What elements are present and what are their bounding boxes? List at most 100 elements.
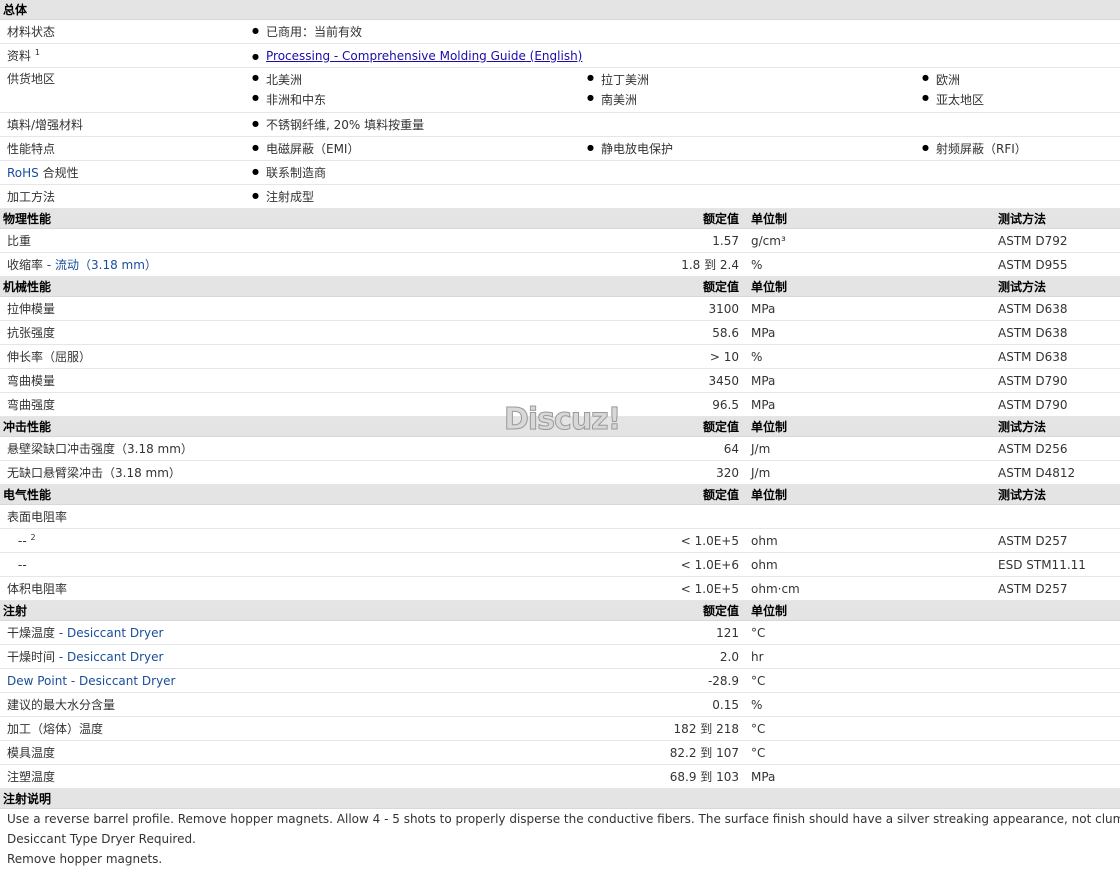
property-unit: °C bbox=[745, 620, 995, 645]
general-row: 加工方法 注射成型 bbox=[0, 184, 1120, 209]
property-row: 弯曲模量 3450 MPa ASTM D790 bbox=[0, 368, 1120, 393]
section-impact-header: 冲击性能 额定值 单位制 测试方法 bbox=[0, 416, 1120, 437]
datasheet-table: 总体 材料状态 已商用：当前有效 资料 1 Processing - Compr… bbox=[0, 0, 1120, 869]
section-electrical-header: 电气性能 额定值 单位制 测试方法 bbox=[0, 484, 1120, 505]
property-unit: hr bbox=[745, 644, 995, 669]
property-row: -- 2 < 1.0E+5 ohm ASTM D257 bbox=[0, 528, 1120, 553]
property-value: 121 bbox=[245, 620, 745, 645]
footnote-ref: 2 bbox=[30, 532, 36, 542]
property-row: 建议的最大水分含量 0.15% bbox=[0, 692, 1120, 717]
list-item: 南美洲 bbox=[587, 90, 922, 110]
property-row: 伸长率（屈服） > 10% ASTM D638 bbox=[0, 344, 1120, 369]
section-title: 总体 bbox=[0, 0, 1120, 20]
nominal-header: 额定值 bbox=[245, 416, 745, 437]
general-row: 填料/增强材料 不锈钢纤维, 20% 填料按重量 bbox=[0, 112, 1120, 137]
property-label: 悬壁梁缺口冲击强度（3.18 mm） bbox=[0, 436, 245, 461]
section-title: 注射说明 bbox=[0, 788, 1120, 809]
property-label: 加工（熔体）温度 bbox=[0, 716, 245, 741]
property-unit bbox=[745, 504, 995, 529]
property-unit: % bbox=[745, 344, 995, 369]
general-row: 性能特点 电磁屏蔽（EMI）静电放电保护射频屏蔽（RFI） bbox=[0, 136, 1120, 161]
property-unit: MPa bbox=[745, 320, 995, 345]
property-value: 3100 bbox=[245, 296, 745, 321]
property-unit: % bbox=[745, 692, 995, 717]
property-row: -- < 1.0E+6 ohm ESD STM11.11 bbox=[0, 552, 1120, 577]
property-row: 拉伸模量 3100 MPa ASTM D638 bbox=[0, 296, 1120, 321]
property-unit: g/cm³ bbox=[745, 228, 995, 253]
property-value: 1.57 bbox=[245, 228, 745, 253]
property-unit: ohm bbox=[745, 552, 995, 577]
property-label: 比重 bbox=[0, 228, 245, 253]
molding-guide-link[interactable]: Processing - Comprehensive Molding Guide… bbox=[266, 49, 582, 63]
property-label: 伸长率（屈服） bbox=[0, 344, 245, 369]
property-label: 弯曲强度 bbox=[0, 392, 245, 417]
property-unit: °C bbox=[745, 716, 995, 741]
list-item: 拉丁美洲 bbox=[587, 70, 922, 90]
property-label: 弯曲模量 bbox=[0, 368, 245, 393]
property-row: 比重 1.57 g/cm³ ASTM D792 bbox=[0, 228, 1120, 253]
unit-header: 单位制 bbox=[745, 484, 995, 505]
nominal-header: 额定值 bbox=[245, 600, 745, 621]
property-label: 注塑温度 bbox=[0, 764, 245, 789]
list-item: 已商用：当前有效 bbox=[252, 23, 587, 40]
property-label: 收缩率 - 流动（3.18 mm） bbox=[0, 252, 245, 277]
property-label: 模具温度 bbox=[0, 740, 245, 765]
general-row: 材料状态 已商用：当前有效 bbox=[0, 19, 1120, 44]
property-row: 表面电阻率 bbox=[0, 504, 1120, 529]
nominal-header: 额定值 bbox=[245, 484, 745, 505]
section-general-header: 总体 bbox=[0, 0, 1120, 20]
property-unit: MPa bbox=[745, 764, 995, 789]
property-label: -- 2 bbox=[0, 528, 245, 553]
property-row: 体积电阻率 < 1.0E+5 ohm·cm ASTM D257 bbox=[0, 576, 1120, 601]
list-item: 联系制造商 bbox=[252, 164, 587, 181]
property-value: < 1.0E+6 bbox=[245, 552, 745, 577]
list-item: 静电放电保护 bbox=[587, 140, 922, 157]
property-method: ASTM D257 bbox=[995, 576, 1120, 601]
property-value: < 1.0E+5 bbox=[245, 528, 745, 553]
property-value: 320 bbox=[245, 460, 745, 485]
list-item: 注射成型 bbox=[252, 188, 587, 205]
property-label: 拉伸模量 bbox=[0, 296, 245, 321]
property-unit: J/m bbox=[745, 436, 995, 461]
property-unit: MPa bbox=[745, 368, 995, 393]
section-title: 物理性能 bbox=[0, 208, 245, 229]
section-notes-header: 注射说明 bbox=[0, 788, 1120, 809]
property-label: 干燥时间 - Desiccant Dryer bbox=[0, 644, 245, 669]
property-value: 182 到 218 bbox=[245, 716, 745, 741]
property-method: ESD STM11.11 bbox=[995, 552, 1120, 577]
property-method: ASTM D638 bbox=[995, 320, 1120, 345]
footnote-ref: 1 bbox=[34, 48, 40, 57]
section-title: 电气性能 bbox=[0, 484, 245, 505]
section-title: 机械性能 bbox=[0, 276, 245, 297]
section-injection-header: 注射 额定值 单位制 bbox=[0, 600, 1120, 621]
property-unit: MPa bbox=[745, 392, 995, 417]
property-label: -- bbox=[0, 552, 245, 577]
method-header: 测试方法 bbox=[995, 276, 1120, 297]
general-row: RoHS 合规性 联系制造商 bbox=[0, 160, 1120, 185]
property-label: 建议的最大水分含量 bbox=[0, 692, 245, 717]
property-value: 58.6 bbox=[245, 320, 745, 345]
property-row: Dew Point - Desiccant Dryer -28.9 °C bbox=[0, 668, 1120, 693]
row-label: 供货地区 bbox=[0, 67, 245, 113]
row-label: RoHS 合规性 bbox=[0, 160, 245, 185]
nominal-header: 额定值 bbox=[245, 276, 745, 297]
general-row: 供货地区 北美洲拉丁美洲欧洲 非洲和中东南美洲亚太地区 bbox=[0, 67, 1120, 113]
property-label: 无缺口悬臂梁冲击（3.18 mm） bbox=[0, 460, 245, 485]
property-unit: °C bbox=[745, 668, 995, 693]
property-row: 注塑温度 68.9 到 103 MPa bbox=[0, 764, 1120, 789]
property-row: 干燥时间 - Desiccant Dryer 2.0 hr bbox=[0, 644, 1120, 669]
property-value: 1.8 到 2.4 bbox=[245, 252, 745, 277]
row-label: 资料 1 bbox=[0, 43, 245, 68]
property-unit: % bbox=[745, 252, 995, 277]
property-value: 2.0 bbox=[245, 644, 745, 669]
property-method: ASTM D790 bbox=[995, 368, 1120, 393]
property-label: 抗张强度 bbox=[0, 320, 245, 345]
property-method: ASTM D638 bbox=[995, 344, 1120, 369]
note-line: Remove hopper magnets. bbox=[7, 852, 163, 866]
method-header: 测试方法 bbox=[995, 484, 1120, 505]
list-item: 欧洲 bbox=[922, 70, 1112, 90]
list-item: 电磁屏蔽（EMI） bbox=[252, 140, 587, 157]
unit-header: 单位制 bbox=[745, 600, 995, 621]
property-unit: MPa bbox=[745, 296, 995, 321]
unit-header: 单位制 bbox=[745, 208, 995, 229]
